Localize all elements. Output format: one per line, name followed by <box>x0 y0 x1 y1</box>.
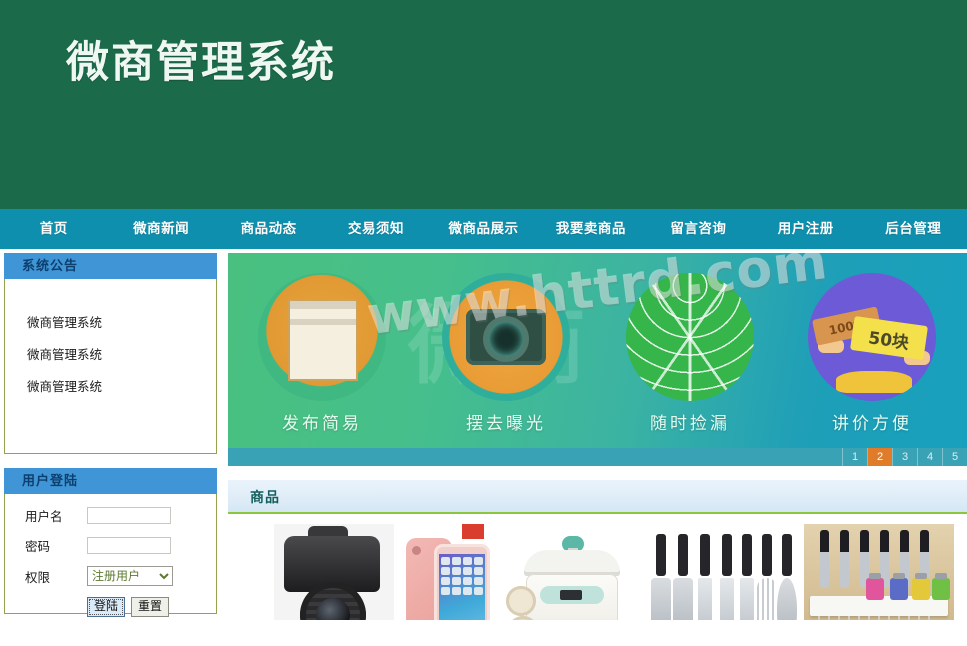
slide-caption: 讲价方便 <box>832 414 912 434</box>
nav-item-admin[interactable]: 后台管理 <box>860 209 967 249</box>
notice-item[interactable]: 微商管理系统 <box>5 371 216 403</box>
goods-panel: 商品 <box>228 480 967 620</box>
cooker-product-image <box>502 524 642 620</box>
login-panel: 用户登陆 用户名 密码 权限 注册用户 登陆 重置 <box>4 468 217 617</box>
notice-panel: 系统公告 微商管理系统 微商管理系统 微商管理系统 <box>4 253 217 454</box>
notice-panel-body: 微商管理系统 微商管理系统 微商管理系统 <box>4 279 217 454</box>
slider-page-4[interactable]: 4 <box>917 448 942 466</box>
cooker-control-panel-shape <box>540 586 604 604</box>
rack-hooks-shape <box>818 616 942 620</box>
nav-item-product-showcase[interactable]: 微商品展示 <box>430 209 537 249</box>
role-label: 权限 <box>25 570 51 585</box>
slider-page-1[interactable]: 1 <box>842 448 867 466</box>
kitchen-rack-product-image <box>804 524 954 620</box>
login-submit-button[interactable]: 登陆 <box>87 597 126 617</box>
login-button-row: 登陆 重置 <box>5 597 216 617</box>
notice-item[interactable]: 微商管理系统 <box>5 339 216 371</box>
nav-item-trade-notice[interactable]: 交易须知 <box>322 209 429 249</box>
nav-item-product-updates[interactable]: 商品动态 <box>215 209 322 249</box>
slide-feature-2: 摆去曝光 <box>420 273 592 434</box>
spice-jar-shape <box>866 573 884 600</box>
slide-caption: 随时捡漏 <box>650 414 730 434</box>
username-input[interactable] <box>87 507 171 524</box>
cooker-lid-shape <box>524 550 620 576</box>
username-row: 用户名 <box>5 506 216 525</box>
goods-panel-body <box>228 514 967 620</box>
utensils-product-image <box>648 524 798 620</box>
camera-icon <box>442 273 570 401</box>
main-navigation: 首页 微商新闻 商品动态 交易须知 微商品展示 我要卖商品 留言咨询 用户注册 … <box>0 209 967 249</box>
price-base-shape <box>836 371 912 393</box>
notice-item[interactable]: 微商管理系统 <box>5 307 216 339</box>
nav-item-message-board[interactable]: 留言咨询 <box>645 209 752 249</box>
goods-item[interactable] <box>228 524 394 620</box>
nav-item-sell-product[interactable]: 我要卖商品 <box>537 209 644 249</box>
spice-jar-shape <box>932 573 950 600</box>
slider-page-3[interactable]: 3 <box>892 448 917 466</box>
cooker-bowl-shape <box>506 586 536 616</box>
role-select[interactable]: 注册用户 <box>87 566 173 586</box>
site-title: 微商管理系统 <box>66 38 336 88</box>
goods-item[interactable] <box>502 524 642 620</box>
nav-item-news[interactable]: 微商新闻 <box>107 209 214 249</box>
slider-page-2[interactable]: 2 <box>867 448 892 466</box>
login-panel-title: 用户登陆 <box>4 468 217 494</box>
price-tag-icon: 100块 50块 <box>808 273 936 401</box>
goods-item[interactable] <box>400 524 496 620</box>
slide-feature-4: 100块 50块 讲价方便 <box>786 273 958 434</box>
page-root: 微商管理系统 首页 微商新闻 商品动态 交易须知 微商品展示 我要卖商品 留言咨… <box>0 0 967 646</box>
password-row: 密码 <box>5 536 216 555</box>
login-reset-button[interactable]: 重置 <box>131 597 170 617</box>
slide-feature-1: 发布简易 <box>236 273 408 434</box>
slider-page-5[interactable]: 5 <box>942 448 967 466</box>
goods-list <box>228 514 967 620</box>
phone-app-icons <box>441 557 483 595</box>
password-input[interactable] <box>87 537 171 554</box>
camera-product-image <box>274 524 394 620</box>
main-column: 微商 发布简易 摆去曝光 随时捡漏 <box>228 253 967 620</box>
content-area: 系统公告 微商管理系统 微商管理系统 微商管理系统 用户登陆 用户名 密码 权限… <box>0 249 967 646</box>
spiderweb-icon <box>626 273 754 401</box>
slide-caption: 摆去曝光 <box>466 414 546 434</box>
sidebar: 系统公告 微商管理系统 微商管理系统 微商管理系统 用户登陆 用户名 密码 权限… <box>4 253 217 626</box>
phone-product-image <box>400 524 496 620</box>
spice-jar-shape <box>890 573 908 600</box>
login-panel-body: 用户名 密码 权限 注册用户 登陆 重置 <box>4 494 217 617</box>
role-row: 权限 注册用户 <box>5 566 216 586</box>
password-label: 密码 <box>25 540 51 554</box>
site-header: 微商管理系统 <box>0 0 967 209</box>
slider-pagination: 1 2 3 4 5 <box>228 448 967 466</box>
goods-item[interactable] <box>648 524 798 620</box>
slide-feature-3: 随时捡漏 <box>604 273 776 434</box>
publish-icon <box>258 273 386 401</box>
spice-jar-shape <box>912 573 930 600</box>
nav-item-register[interactable]: 用户注册 <box>752 209 859 249</box>
new-price-tag: 50块 <box>849 316 929 360</box>
nav-item-home[interactable]: 首页 <box>0 209 107 249</box>
username-label: 用户名 <box>25 510 63 524</box>
slide-caption: 发布简易 <box>282 414 362 434</box>
notice-panel-title: 系统公告 <box>4 253 217 279</box>
phone-camera-shape <box>412 546 421 555</box>
promo-slider[interactable]: 微商 发布简易 摆去曝光 随时捡漏 <box>228 253 967 466</box>
promo-badge-icon <box>462 524 484 539</box>
goods-item[interactable] <box>804 524 954 620</box>
goods-panel-title: 商品 <box>228 480 967 514</box>
